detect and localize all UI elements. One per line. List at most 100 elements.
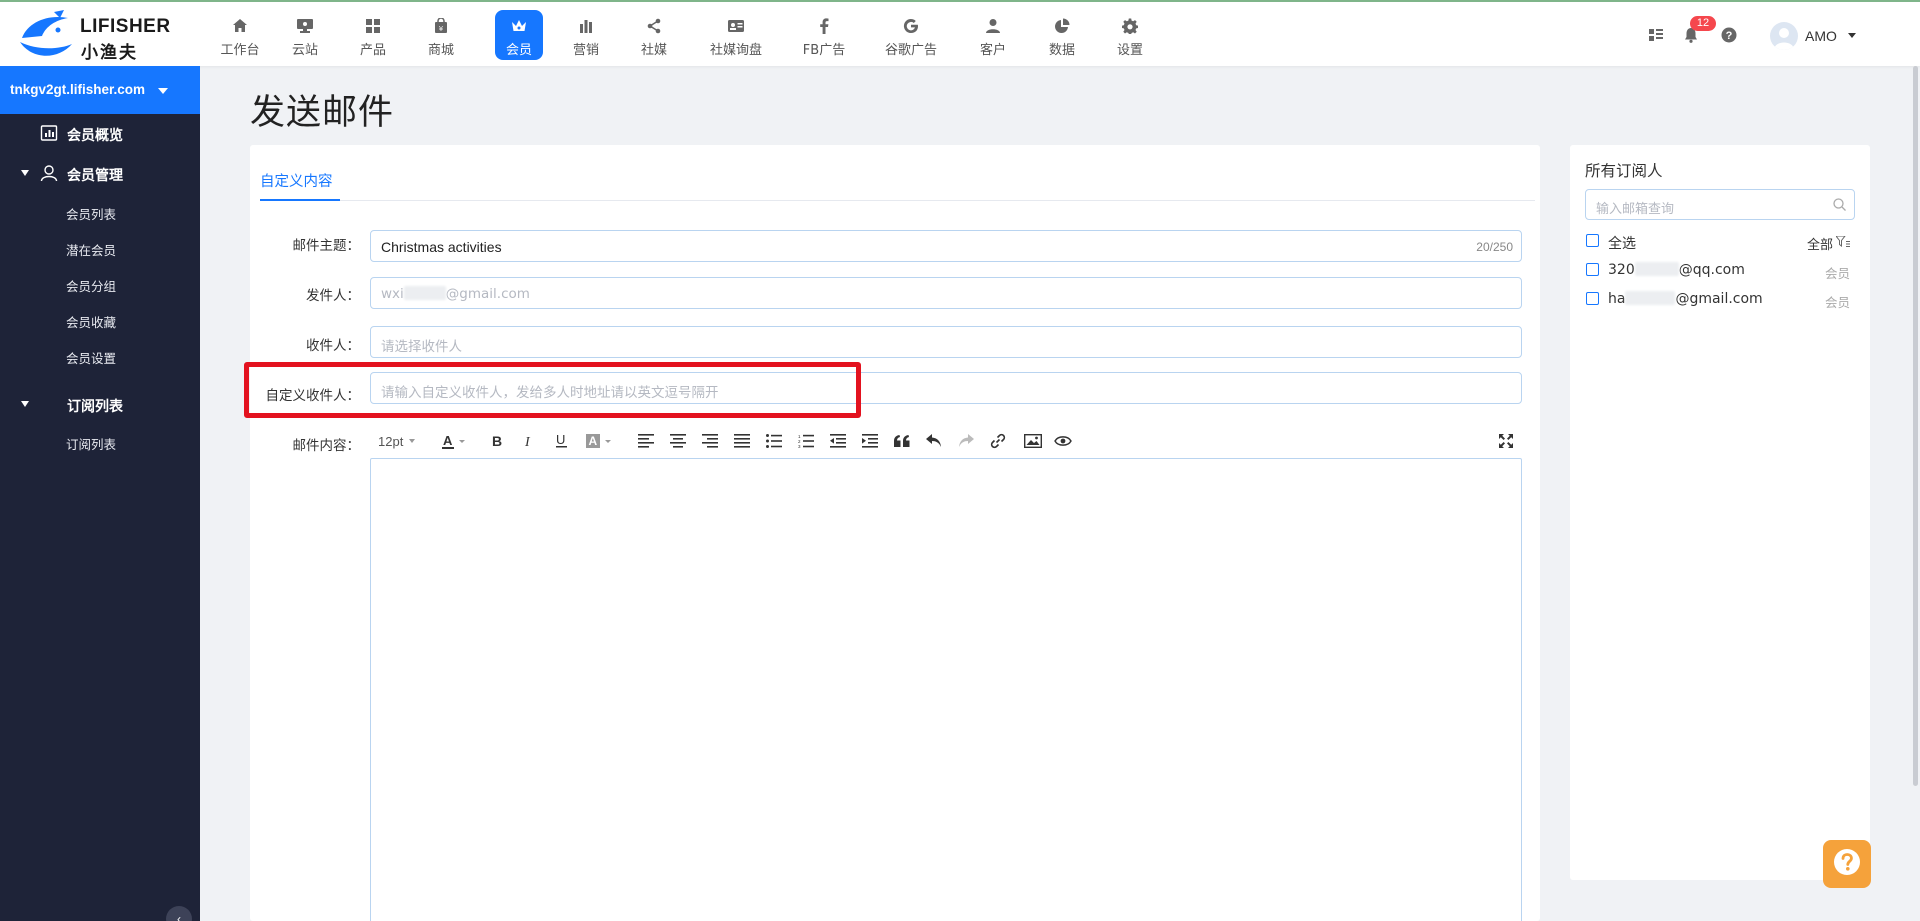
- recipient-placeholder: 请选择收件人: [381, 339, 462, 355]
- svg-text:A: A: [589, 434, 598, 448]
- svg-text:I: I: [524, 435, 531, 448]
- nav-label: 设置: [1116, 43, 1143, 58]
- sidebar-item-member-management[interactable]: 会员管理: [0, 164, 200, 184]
- help-icon[interactable]: ?: [1720, 26, 1738, 44]
- nav-item-social[interactable]: 社媒: [624, 10, 684, 60]
- sender-suffix: @gmail.com: [445, 286, 530, 302]
- image-icon[interactable]: [1024, 431, 1042, 451]
- sidebar-item-member-groups[interactable]: 会员分组: [66, 276, 116, 295]
- font-size-value: 12pt: [378, 433, 404, 449]
- svg-text:A: A: [443, 433, 453, 448]
- align-center-icon[interactable]: [670, 431, 686, 451]
- collapse-sidebar-button[interactable]: ‹: [166, 906, 192, 921]
- page-title: 发送邮件: [250, 93, 395, 133]
- font-size-select[interactable]: 12pt: [378, 431, 416, 451]
- caret-down-icon: [21, 401, 29, 407]
- email-content-editor[interactable]: [370, 458, 1522, 921]
- font-color-icon[interactable]: A: [442, 431, 468, 451]
- page-scrollbar[interactable]: [1913, 66, 1918, 786]
- subject-value: Christmas activities: [381, 239, 502, 255]
- svg-text:¥: ¥: [439, 25, 444, 33]
- sidebar-item-member-settings[interactable]: 会员设置: [66, 348, 116, 367]
- subscriber-filter[interactable]: 全部: [1807, 234, 1850, 253]
- subject-label: 邮件主题：: [292, 238, 361, 254]
- chevron-left-icon: ‹: [177, 912, 181, 921]
- sidebar-item-member-list[interactable]: 会员列表: [66, 204, 116, 223]
- subscriber-search-input[interactable]: 输入邮箱查询: [1585, 189, 1855, 220]
- nav-item-fb-ads[interactable]: FB广告: [794, 10, 854, 60]
- bar-chart-icon: [556, 16, 616, 36]
- logo-text-cn: 小渔夫: [81, 43, 138, 63]
- indent-icon[interactable]: [862, 431, 878, 451]
- align-justify-icon[interactable]: [734, 431, 750, 451]
- gear-icon: [1100, 16, 1160, 36]
- align-right-icon[interactable]: [702, 431, 718, 451]
- chevron-down-icon[interactable]: [1848, 33, 1856, 38]
- recipient-select[interactable]: 请选择收件人: [370, 326, 1522, 358]
- bullet-list-icon[interactable]: [766, 431, 782, 451]
- bold-icon[interactable]: B: [492, 431, 504, 451]
- floating-help-button[interactable]: [1823, 840, 1871, 888]
- home-icon: [210, 16, 270, 36]
- underline-icon[interactable]: U: [556, 431, 568, 451]
- avatar[interactable]: [1770, 22, 1798, 50]
- highlight-color-icon[interactable]: A: [586, 431, 614, 451]
- sidebar-item-label: 会员管理: [67, 168, 123, 184]
- nav-item-google-ads[interactable]: 谷歌广告: [881, 10, 941, 60]
- email-suffix: @qq.com: [1678, 262, 1745, 278]
- quote-icon[interactable]: [894, 431, 910, 451]
- highlight-annotation-box: [244, 362, 861, 418]
- redo-icon[interactable]: [958, 431, 974, 451]
- sidebar-item-member-overview[interactable]: 会员概览: [0, 124, 200, 144]
- filter-label: 全部: [1806, 238, 1833, 253]
- select-all-checkbox[interactable]: [1586, 234, 1599, 247]
- subscriber-checkbox[interactable]: [1586, 292, 1599, 305]
- top-header: LIFISHER 小渔夫 工作台 云站 产品 ¥ 商城 会员 营销 社媒 社媒询…: [0, 0, 1920, 66]
- nav-item-social-inquiry[interactable]: 社媒询盘: [706, 10, 766, 60]
- tab-active-indicator: [260, 199, 340, 201]
- subscriber-email: 320 @qq.com: [1608, 262, 1745, 278]
- site-domain: tnkgv2gt.lifisher.com: [10, 82, 146, 97]
- subscriber-checkbox[interactable]: [1586, 263, 1599, 276]
- user-name[interactable]: AMO: [1805, 28, 1837, 44]
- redacted-mask: [403, 286, 446, 300]
- svg-text:?: ?: [1726, 30, 1733, 42]
- notification-badge: 12: [1690, 16, 1716, 31]
- italic-icon[interactable]: I: [524, 431, 536, 451]
- email-form-card: 自定义内容 邮件主题： Christmas activities 20/250 …: [250, 145, 1540, 921]
- subscriber-panel: 所有订阅人 输入邮箱查询 全选 全部 320 @qq.com 会员 ha @gmai…: [1570, 145, 1870, 880]
- monitor-icon: [275, 16, 335, 36]
- undo-icon[interactable]: [926, 431, 942, 451]
- fullscreen-icon[interactable]: [1498, 431, 1514, 451]
- layout-icon[interactable]: [1647, 26, 1665, 44]
- sidebar-item-subscription-list[interactable]: 订阅列表: [66, 434, 116, 453]
- subscriber-tag: 会员: [1824, 295, 1850, 310]
- sidebar-item-potential-members[interactable]: 潜在会员: [66, 240, 116, 259]
- select-all-label: 全选: [1608, 236, 1636, 252]
- search-icon[interactable]: [1833, 198, 1846, 216]
- caret-down-icon: [158, 88, 168, 94]
- sender-value: wxi @gmail.com: [381, 286, 530, 302]
- preview-eye-icon[interactable]: [1054, 431, 1072, 451]
- sidebar-item-member-favorites[interactable]: 会员收藏: [66, 312, 116, 331]
- sender-prefix: wxi: [381, 286, 404, 302]
- numbered-list-icon[interactable]: 123: [798, 431, 814, 451]
- subscriber-panel-title: 所有订阅人: [1585, 162, 1663, 180]
- lifisher-logo[interactable]: LIFISHER 小渔夫: [18, 8, 188, 63]
- grid-icon: [343, 16, 403, 36]
- align-left-icon[interactable]: [638, 431, 654, 451]
- outdent-icon[interactable]: [830, 431, 846, 451]
- filter-icon: [1834, 235, 1850, 252]
- help-question-icon: [1832, 847, 1862, 882]
- shopping-bag-icon: ¥: [411, 16, 471, 36]
- tab-divider: [260, 200, 1535, 201]
- nav-item-settings[interactable]: 设置: [1100, 10, 1160, 60]
- link-icon[interactable]: [990, 431, 1006, 451]
- nav-item-mall[interactable]: ¥ 商城: [411, 10, 471, 60]
- subject-input[interactable]: Christmas activities 20/250: [370, 230, 1522, 262]
- nav-label: 社媒询盘: [709, 43, 762, 58]
- sender-input[interactable]: wxi @gmail.com: [370, 277, 1522, 309]
- tab-custom-content[interactable]: 自定义内容: [260, 170, 333, 191]
- site-switcher[interactable]: tnkgv2gt.lifisher.com: [0, 66, 200, 114]
- sidebar-item-subscriptions[interactable]: 订阅列表: [0, 395, 200, 415]
